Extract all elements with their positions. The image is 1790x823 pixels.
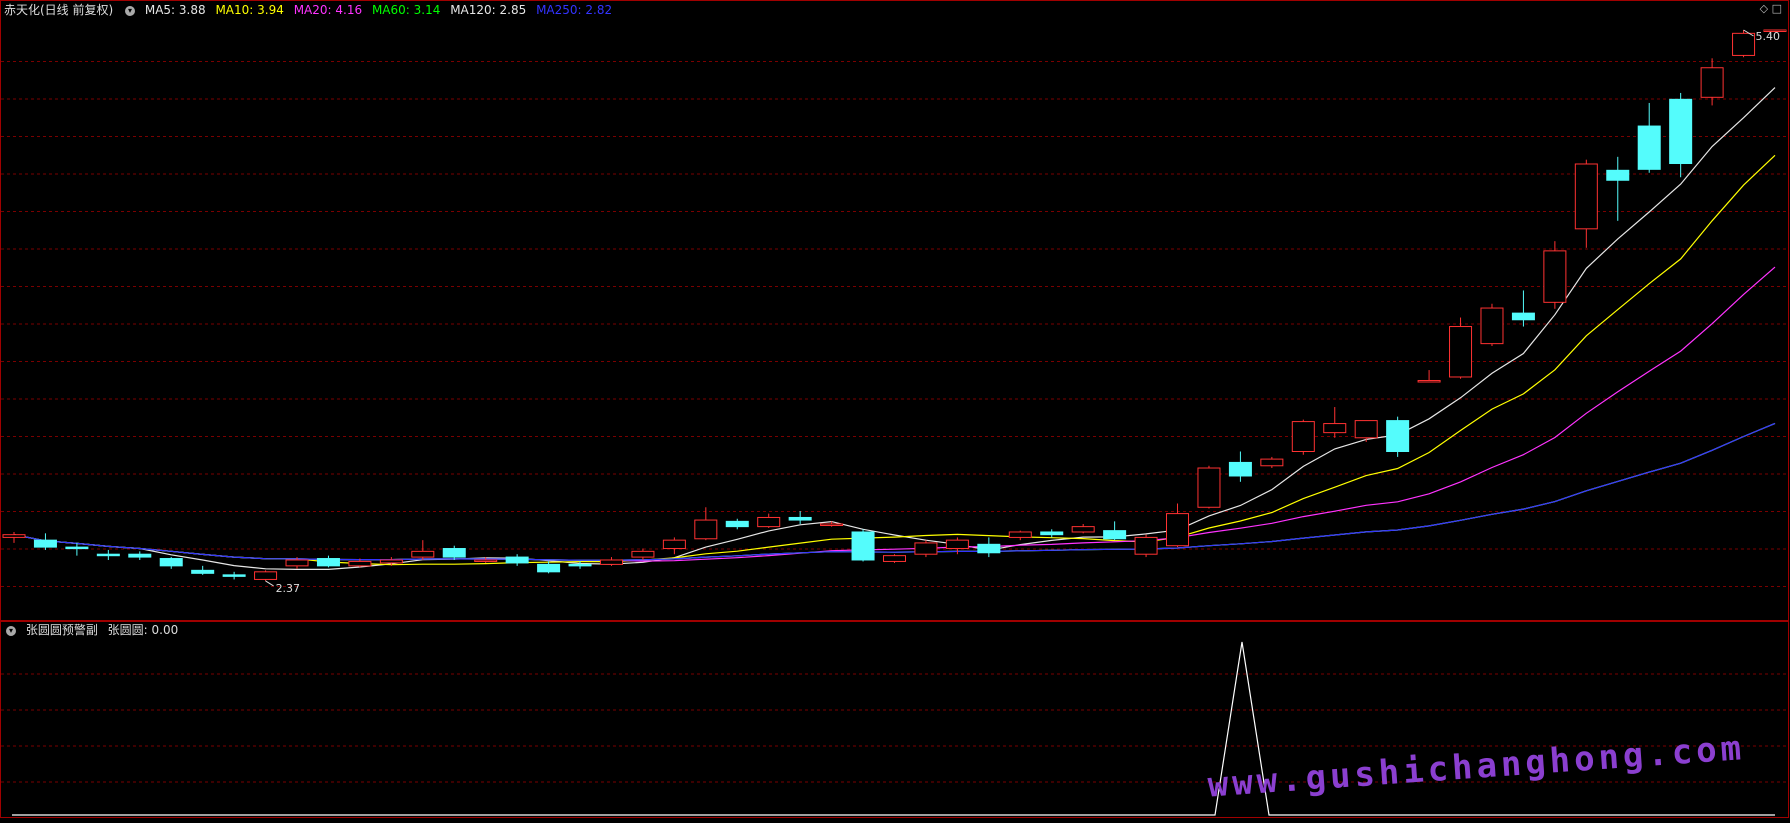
- candle-down: [1606, 169, 1630, 181]
- candle-up: [1008, 531, 1032, 538]
- candle-up: [1417, 379, 1441, 383]
- high-label: 5.40: [1756, 30, 1781, 43]
- candle-up: [1291, 421, 1315, 453]
- window-controls: ◇ □: [1760, 2, 1782, 15]
- ma20-label: MA20: 4.16: [293, 3, 363, 17]
- ma250-line: [13, 422, 1776, 561]
- candle-up: [1134, 536, 1158, 555]
- candle-down: [442, 548, 466, 558]
- candle-up: [1543, 250, 1567, 303]
- ma5-line: [13, 87, 1776, 571]
- candle-down: [33, 539, 57, 548]
- ma60-line: [13, 422, 1776, 561]
- collapse-icon[interactable]: ◇: [1760, 2, 1768, 15]
- indicator-name: 张圆圆预警副: [25, 623, 98, 637]
- candle-up: [694, 519, 718, 540]
- candle-up: [1449, 326, 1473, 378]
- candle-up: [914, 542, 938, 555]
- candle-up: [1354, 420, 1378, 439]
- candle-up: [1480, 307, 1504, 345]
- candle-up: [1574, 163, 1598, 230]
- candle-up: [662, 539, 686, 550]
- ma120-label: MA120: 2.85: [450, 3, 527, 17]
- chart-canvas: 5.40 2.37: [0, 0, 1789, 818]
- ma10-line: [13, 154, 1776, 566]
- candle-up: [1700, 67, 1724, 98]
- maximize-icon[interactable]: □: [1772, 2, 1782, 15]
- sub-panel-frame: [0, 621, 1789, 818]
- ma60-label: MA60: 3.14: [371, 3, 441, 17]
- candle-down: [788, 516, 812, 521]
- candle-down: [1040, 531, 1064, 536]
- candle-down: [725, 520, 749, 528]
- candle-up: [1323, 423, 1347, 434]
- candle-up: [1732, 32, 1756, 56]
- candle-up: [1197, 467, 1221, 508]
- low-marker: [265, 580, 274, 587]
- candle-down: [1511, 312, 1535, 321]
- candle-up: [631, 550, 655, 558]
- candle-down: [537, 563, 561, 573]
- candle-up: [411, 550, 435, 558]
- ma10-label: MA10: 3.94: [215, 3, 284, 17]
- candle-down: [65, 546, 89, 550]
- candle-down: [568, 563, 592, 567]
- candle-down: [505, 556, 529, 564]
- candle-down: [222, 574, 246, 577]
- stock-chart: 5.40 2.37: [0, 0, 1790, 819]
- main-panel-frame: [0, 0, 1789, 621]
- candle-up: [1260, 458, 1284, 467]
- candle-up: [945, 539, 969, 550]
- ma20-line: [13, 266, 1776, 562]
- candle-up: [2, 534, 26, 538]
- ma5-label: MA5: 3.88: [144, 3, 206, 17]
- candle-down: [1669, 98, 1693, 165]
- candle-up: [254, 571, 278, 580]
- chevron-down-icon[interactable]: ▾: [6, 625, 16, 636]
- candle-down: [316, 558, 340, 567]
- candle-up: [820, 523, 844, 526]
- stock-title: 赤天化(日线 前复权): [4, 3, 114, 17]
- candle-up: [757, 516, 781, 528]
- candle-down: [977, 543, 1001, 554]
- low-label: 2.37: [276, 582, 301, 595]
- candle-up: [882, 555, 907, 562]
- candle-down: [96, 553, 120, 557]
- candle-down: [1228, 461, 1252, 477]
- main-panel-header: 赤天化(日线 前复权) ▾ MA5: 3.88 MA10: 3.94 MA20:…: [4, 2, 618, 18]
- candle-up: [348, 560, 372, 567]
- chevron-down-icon[interactable]: ▾: [125, 5, 136, 16]
- indicator-line: [12, 641, 1775, 816]
- candle-up: [599, 559, 623, 565]
- candle-down: [128, 553, 152, 558]
- candle-up: [285, 559, 309, 567]
- candle-up: [379, 559, 403, 564]
- candle-down: [851, 531, 875, 561]
- candle-down: [191, 569, 215, 574]
- candle-up: [1166, 513, 1190, 547]
- candle-up: [1071, 526, 1095, 533]
- candle-down: [1103, 530, 1127, 540]
- ma120-line: [13, 422, 1776, 561]
- candle-up: [474, 559, 498, 562]
- sub-panel-header: ▾ 张圆圆预警副 张圆圆: 0.00: [4, 622, 184, 638]
- candle-down: [1386, 420, 1410, 453]
- ma250-label: MA250: 2.82: [536, 3, 613, 17]
- indicator-value: 张圆圆: 0.00: [107, 623, 179, 637]
- candle-down: [1637, 125, 1661, 170]
- candle-down: [159, 558, 183, 567]
